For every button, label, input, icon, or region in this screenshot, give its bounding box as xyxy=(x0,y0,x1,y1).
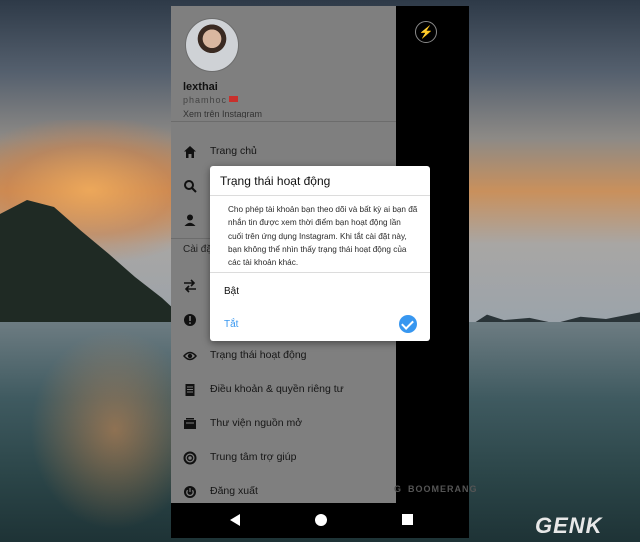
eye-icon xyxy=(183,351,197,361)
info-icon xyxy=(184,314,196,326)
divider xyxy=(210,195,430,196)
flash-icon[interactable]: ⚡ xyxy=(415,21,437,43)
checkmark-icon[interactable] xyxy=(399,315,417,333)
power-icon xyxy=(184,486,196,498)
activity-status-dialog: Trạng thái hoạt động Cho phép tài khoản … xyxy=(210,166,430,341)
recent-apps-icon[interactable] xyxy=(402,514,413,525)
boomerang-mode-label[interactable]: BOOMERANG xyxy=(408,484,478,494)
drawer-item-logout[interactable]: Đăng xuất xyxy=(171,477,396,503)
home-icon xyxy=(184,146,196,158)
genk-watermark-logo: GENK xyxy=(535,513,603,538)
camera-mode-label[interactable]: G xyxy=(394,484,401,494)
drawer-item-activity-status[interactable]: Trạng thái hoạt động xyxy=(171,341,396,371)
drawer-item-terms[interactable]: Điều khoản & quyền riêng tư xyxy=(171,375,396,405)
flag-icon xyxy=(229,96,239,102)
drawer-item-label: Trung tâm trợ giúp xyxy=(210,451,297,463)
profile-icon xyxy=(184,214,196,226)
drawer-item-label: Đăng xuất xyxy=(210,485,258,497)
lifebuoy-icon xyxy=(183,451,197,465)
drawer-item-open-source[interactable]: Thư viện nguồn mở xyxy=(171,409,396,439)
dialog-description: Cho phép tài khoản bạn theo dõi và bất k… xyxy=(228,205,418,268)
library-icon xyxy=(184,418,196,429)
avatar[interactable] xyxy=(185,18,239,72)
view-on-instagram-link[interactable]: Xem trên Instagram xyxy=(183,110,262,118)
search-icon xyxy=(184,180,197,193)
document-icon xyxy=(185,384,195,396)
switch-icon xyxy=(184,279,196,293)
divider xyxy=(210,272,430,273)
drawer-item-label: Trang chủ xyxy=(210,145,257,157)
drawer-item-label: Điều khoản & quyền riêng tư xyxy=(210,383,344,395)
option-on[interactable]: Bật xyxy=(224,286,239,297)
home-button-icon[interactable] xyxy=(315,514,327,526)
android-nav-bar xyxy=(171,503,469,538)
divider xyxy=(171,121,396,122)
drawer-item-home[interactable]: Trang chủ xyxy=(171,137,396,167)
back-icon[interactable] xyxy=(230,514,240,526)
option-off[interactable]: Tắt xyxy=(224,319,238,330)
drawer-item-label: Trạng thái hoạt động xyxy=(210,349,307,361)
drawer-item-help-center[interactable]: Trung tâm trợ giúp xyxy=(171,443,396,473)
username: lexthai xyxy=(183,81,218,93)
drawer-item-label: Thư viện nguồn mở xyxy=(210,417,303,429)
subname: phamhoc xyxy=(183,95,239,105)
dialog-title: Trạng thái hoạt động xyxy=(220,174,331,188)
